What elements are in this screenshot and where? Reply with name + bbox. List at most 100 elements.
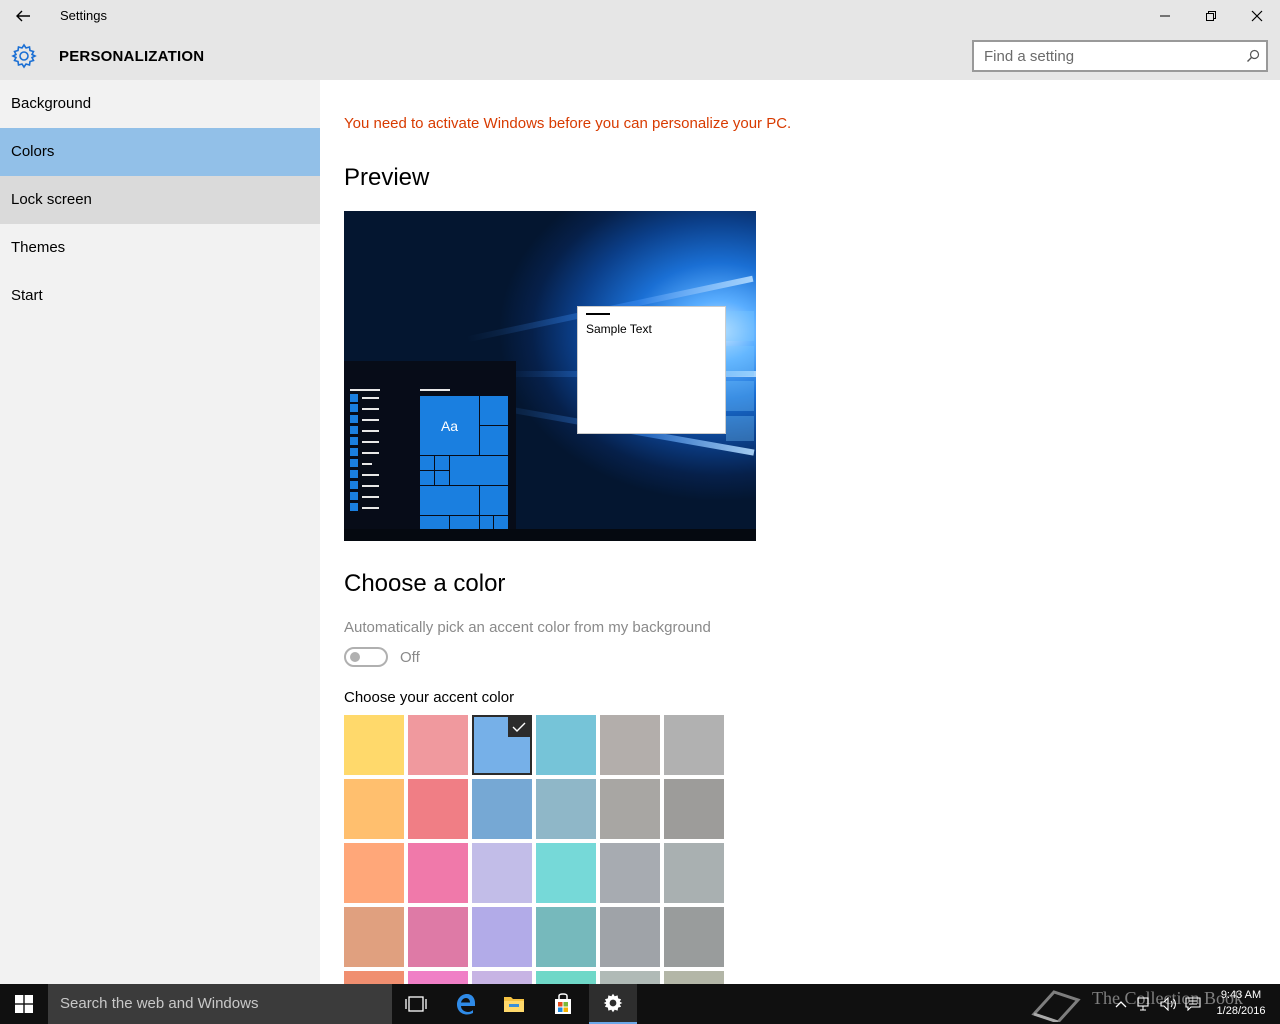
menu-line — [362, 408, 379, 410]
accent-swatch[interactable] — [408, 779, 468, 839]
accent-swatch[interactable] — [600, 779, 660, 839]
accent-swatch[interactable] — [344, 907, 404, 967]
close-button[interactable] — [1234, 0, 1280, 32]
preview-tile — [480, 486, 508, 515]
accent-swatch[interactable] — [600, 715, 660, 775]
preview-tile — [420, 486, 479, 515]
sidebar-item-themes[interactable]: Themes — [0, 224, 320, 272]
accent-swatch[interactable] — [344, 843, 404, 903]
show-hidden-icons-button[interactable] — [1110, 984, 1132, 1024]
minimize-button[interactable] — [1142, 0, 1188, 32]
search-icon[interactable] — [1246, 49, 1260, 63]
accent-swatch[interactable] — [536, 907, 596, 967]
menu-bullet — [350, 503, 358, 511]
start-button[interactable] — [0, 984, 48, 1024]
minimize-icon — [1160, 15, 1170, 17]
menu-line — [362, 507, 379, 509]
menu-line — [362, 452, 379, 454]
edge-button[interactable] — [442, 984, 490, 1024]
menu-bullet — [350, 426, 358, 434]
menu-bullet — [350, 404, 358, 412]
windows-start-icon — [15, 995, 33, 1013]
auto-pick-toggle[interactable] — [344, 647, 388, 667]
auto-pick-label: Automatically pick an accent color from … — [344, 619, 711, 636]
accent-swatch[interactable] — [536, 971, 596, 984]
sidebar-item-colors[interactable]: Colors — [0, 128, 320, 176]
toggle-state-label: Off — [400, 649, 420, 666]
checkmark-icon — [508, 717, 530, 737]
settings-header: PERSONALIZATION — [0, 32, 1280, 80]
accent-swatch[interactable] — [472, 843, 532, 903]
back-button[interactable] — [0, 0, 46, 32]
sidebar: Background Colors Lock screen Themes Sta… — [0, 80, 320, 984]
accent-swatch[interactable] — [664, 907, 724, 967]
preview-tile — [420, 516, 449, 529]
toggle-knob — [350, 652, 360, 662]
accent-swatch[interactable] — [600, 907, 660, 967]
preview-tile — [494, 516, 508, 529]
sidebar-item-background[interactable]: Background — [0, 80, 320, 128]
chevron-up-icon — [1115, 1001, 1127, 1008]
action-center-button[interactable] — [1182, 984, 1204, 1024]
search-input[interactable] — [984, 46, 1234, 66]
accent-swatch[interactable] — [600, 971, 660, 984]
accent-swatch[interactable] — [600, 843, 660, 903]
taskbar-search[interactable]: Search the web and Windows — [48, 984, 392, 1024]
window-pane — [726, 311, 754, 341]
sample-title-bar — [586, 313, 610, 315]
choose-color-heading: Choose a color — [344, 570, 506, 597]
sample-window: Sample Text — [577, 306, 726, 434]
menu-bullet — [350, 448, 358, 456]
accent-swatch[interactable] — [344, 715, 404, 775]
network-icon — [1137, 997, 1149, 1011]
task-view-button[interactable] — [392, 984, 440, 1024]
preview-tile — [450, 456, 508, 485]
accent-swatch[interactable] — [472, 971, 532, 984]
menu-line — [362, 430, 379, 432]
network-button[interactable] — [1134, 984, 1156, 1024]
sidebar-item-start[interactable]: Start — [0, 272, 320, 320]
system-clock[interactable]: 9:43 AM 1/28/2016 — [1208, 987, 1274, 1019]
accent-swatch[interactable] — [408, 971, 468, 984]
window-pane — [726, 381, 754, 411]
accent-swatch[interactable] — [408, 843, 468, 903]
restore-button[interactable] — [1188, 0, 1234, 32]
accent-swatch[interactable] — [344, 971, 404, 984]
file-explorer-button[interactable] — [490, 984, 538, 1024]
accent-swatch[interactable] — [536, 843, 596, 903]
store-button[interactable] — [539, 984, 587, 1024]
accent-swatch[interactable] — [664, 779, 724, 839]
accent-swatch[interactable] — [536, 715, 596, 775]
accent-swatch[interactable] — [344, 779, 404, 839]
window-pane — [726, 416, 754, 441]
book-watermark-icon — [1031, 990, 1081, 1022]
menu-bullet — [350, 481, 358, 489]
menu-bullet — [350, 470, 358, 478]
accent-swatch[interactable] — [472, 715, 532, 775]
preview-tile — [435, 456, 449, 470]
preview-tile — [480, 396, 508, 425]
menu-bullet — [350, 459, 358, 467]
preview-tile — [480, 516, 493, 529]
accent-swatch[interactable] — [472, 907, 532, 967]
find-setting-search[interactable] — [972, 40, 1268, 72]
accent-swatch[interactable] — [408, 907, 468, 967]
accent-swatch[interactable] — [664, 971, 724, 984]
theme-preview: Sample Text Aa — [344, 211, 756, 541]
accent-swatch[interactable] — [664, 843, 724, 903]
back-arrow-icon — [16, 10, 30, 22]
menu-bullet — [350, 394, 358, 402]
settings-taskbar-button[interactable] — [589, 984, 637, 1024]
window-pane — [726, 346, 754, 376]
menu-bullet — [350, 415, 358, 423]
menu-line — [362, 419, 379, 421]
accent-swatch[interactable] — [408, 715, 468, 775]
menu-line — [350, 389, 380, 391]
volume-button[interactable] — [1158, 984, 1180, 1024]
accent-swatch[interactable] — [664, 715, 724, 775]
accent-swatch[interactable] — [472, 779, 532, 839]
store-icon — [555, 993, 571, 1014]
start-menu-preview: Aa — [344, 361, 516, 529]
sidebar-item-lock-screen[interactable]: Lock screen — [0, 176, 320, 224]
accent-swatch[interactable] — [536, 779, 596, 839]
